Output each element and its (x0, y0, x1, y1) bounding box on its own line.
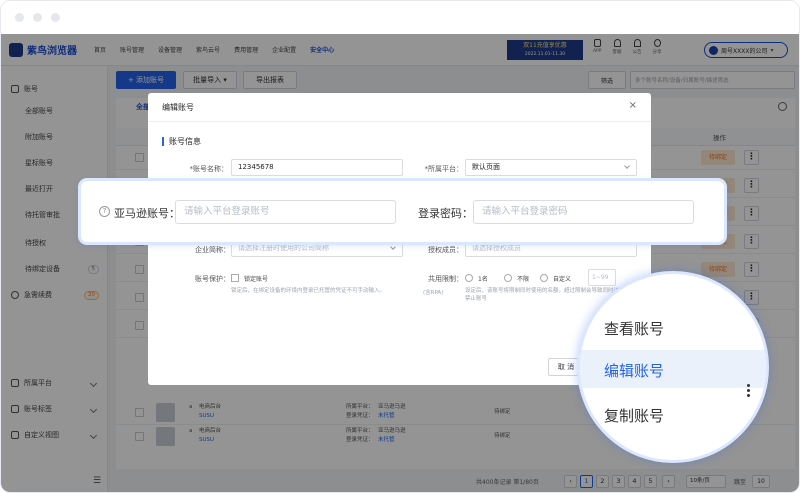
account-name-input[interactable]: 12345678 (231, 159, 403, 176)
company-label: 企业简称： (195, 246, 230, 254)
amazon-account-label: 亚马逊账号： (114, 207, 180, 220)
copy-account-menu-item[interactable]: 复制账号 (604, 405, 664, 426)
limit-sub-label: (含RPA) (423, 290, 444, 296)
limit-custom-input[interactable]: 1~99 (588, 269, 616, 286)
chevron-down-icon (390, 244, 396, 250)
company-select[interactable]: 请选择注册时使用的公司简称 (231, 240, 403, 257)
window-dot-close[interactable] (15, 13, 24, 22)
limit-option-unlimited: 不限 (517, 276, 530, 283)
platform-label: *所属平台： (424, 165, 464, 173)
section-title: 账号信息 (162, 137, 201, 146)
limit-radio-custom[interactable] (540, 274, 548, 282)
limit-label: 共用限制： (428, 275, 463, 283)
protect-label: 账号保护： (195, 275, 230, 283)
auth-members-select[interactable]: 请选择授权成员 (465, 240, 637, 257)
platform-select[interactable]: 默认页面 (465, 159, 637, 176)
more-vertical-icon[interactable] (741, 382, 755, 408)
company-placeholder: 请选择注册时使用的公司简称 (238, 244, 329, 252)
zoom-context-menu: 查看账号 编辑账号 复制账号 (577, 271, 769, 463)
chevron-down-icon (624, 163, 630, 169)
lock-account-option[interactable]: 锁定账号 (244, 274, 268, 283)
limit-option-1: 1名 (478, 276, 488, 283)
limit-radio-unlimited[interactable] (504, 274, 512, 282)
highlight-callout: ? 亚马逊账号： 请输入平台登录账号 登录密码： 请输入平台登录密码 (81, 181, 724, 242)
lock-account-checkbox[interactable] (231, 274, 239, 282)
close-icon[interactable]: × (629, 100, 637, 111)
dialog-divider (148, 121, 651, 122)
limit-radio-1[interactable] (465, 274, 473, 282)
limit-option-custom: 自定义 (553, 276, 572, 283)
password-input[interactable]: 请输入平台登录密码 (473, 200, 694, 224)
account-name-label: *账号名称： (189, 165, 229, 173)
amazon-account-input[interactable]: 请输入平台登录账号 (175, 200, 396, 224)
view-account-menu-item[interactable]: 查看账号 (604, 318, 664, 339)
auth-members-label: 授权成员： (428, 246, 463, 254)
platform-select-value: 默认页面 (472, 163, 500, 171)
dialog-title: 编辑账号 (162, 103, 194, 112)
browser-window: 紫鸟浏览器 首页 账号管理 设备管理 紫鸟云号 费用管理 企业配置 安全中心 双… (0, 0, 800, 493)
window-dot-maximize[interactable] (51, 13, 60, 22)
edit-account-menu-item[interactable]: 编辑账号 (604, 360, 664, 381)
help-icon[interactable]: ? (99, 206, 110, 217)
lock-account-hint: 锁定后，在绑定设备的环境内登录已托管的凭证不可手动输入。 (231, 288, 386, 294)
window-dot-minimize[interactable] (33, 13, 42, 22)
auth-members-placeholder: 请选择授权成员 (472, 244, 521, 252)
password-label: 登录密码： (418, 207, 473, 220)
window-titlebar (1, 1, 799, 34)
